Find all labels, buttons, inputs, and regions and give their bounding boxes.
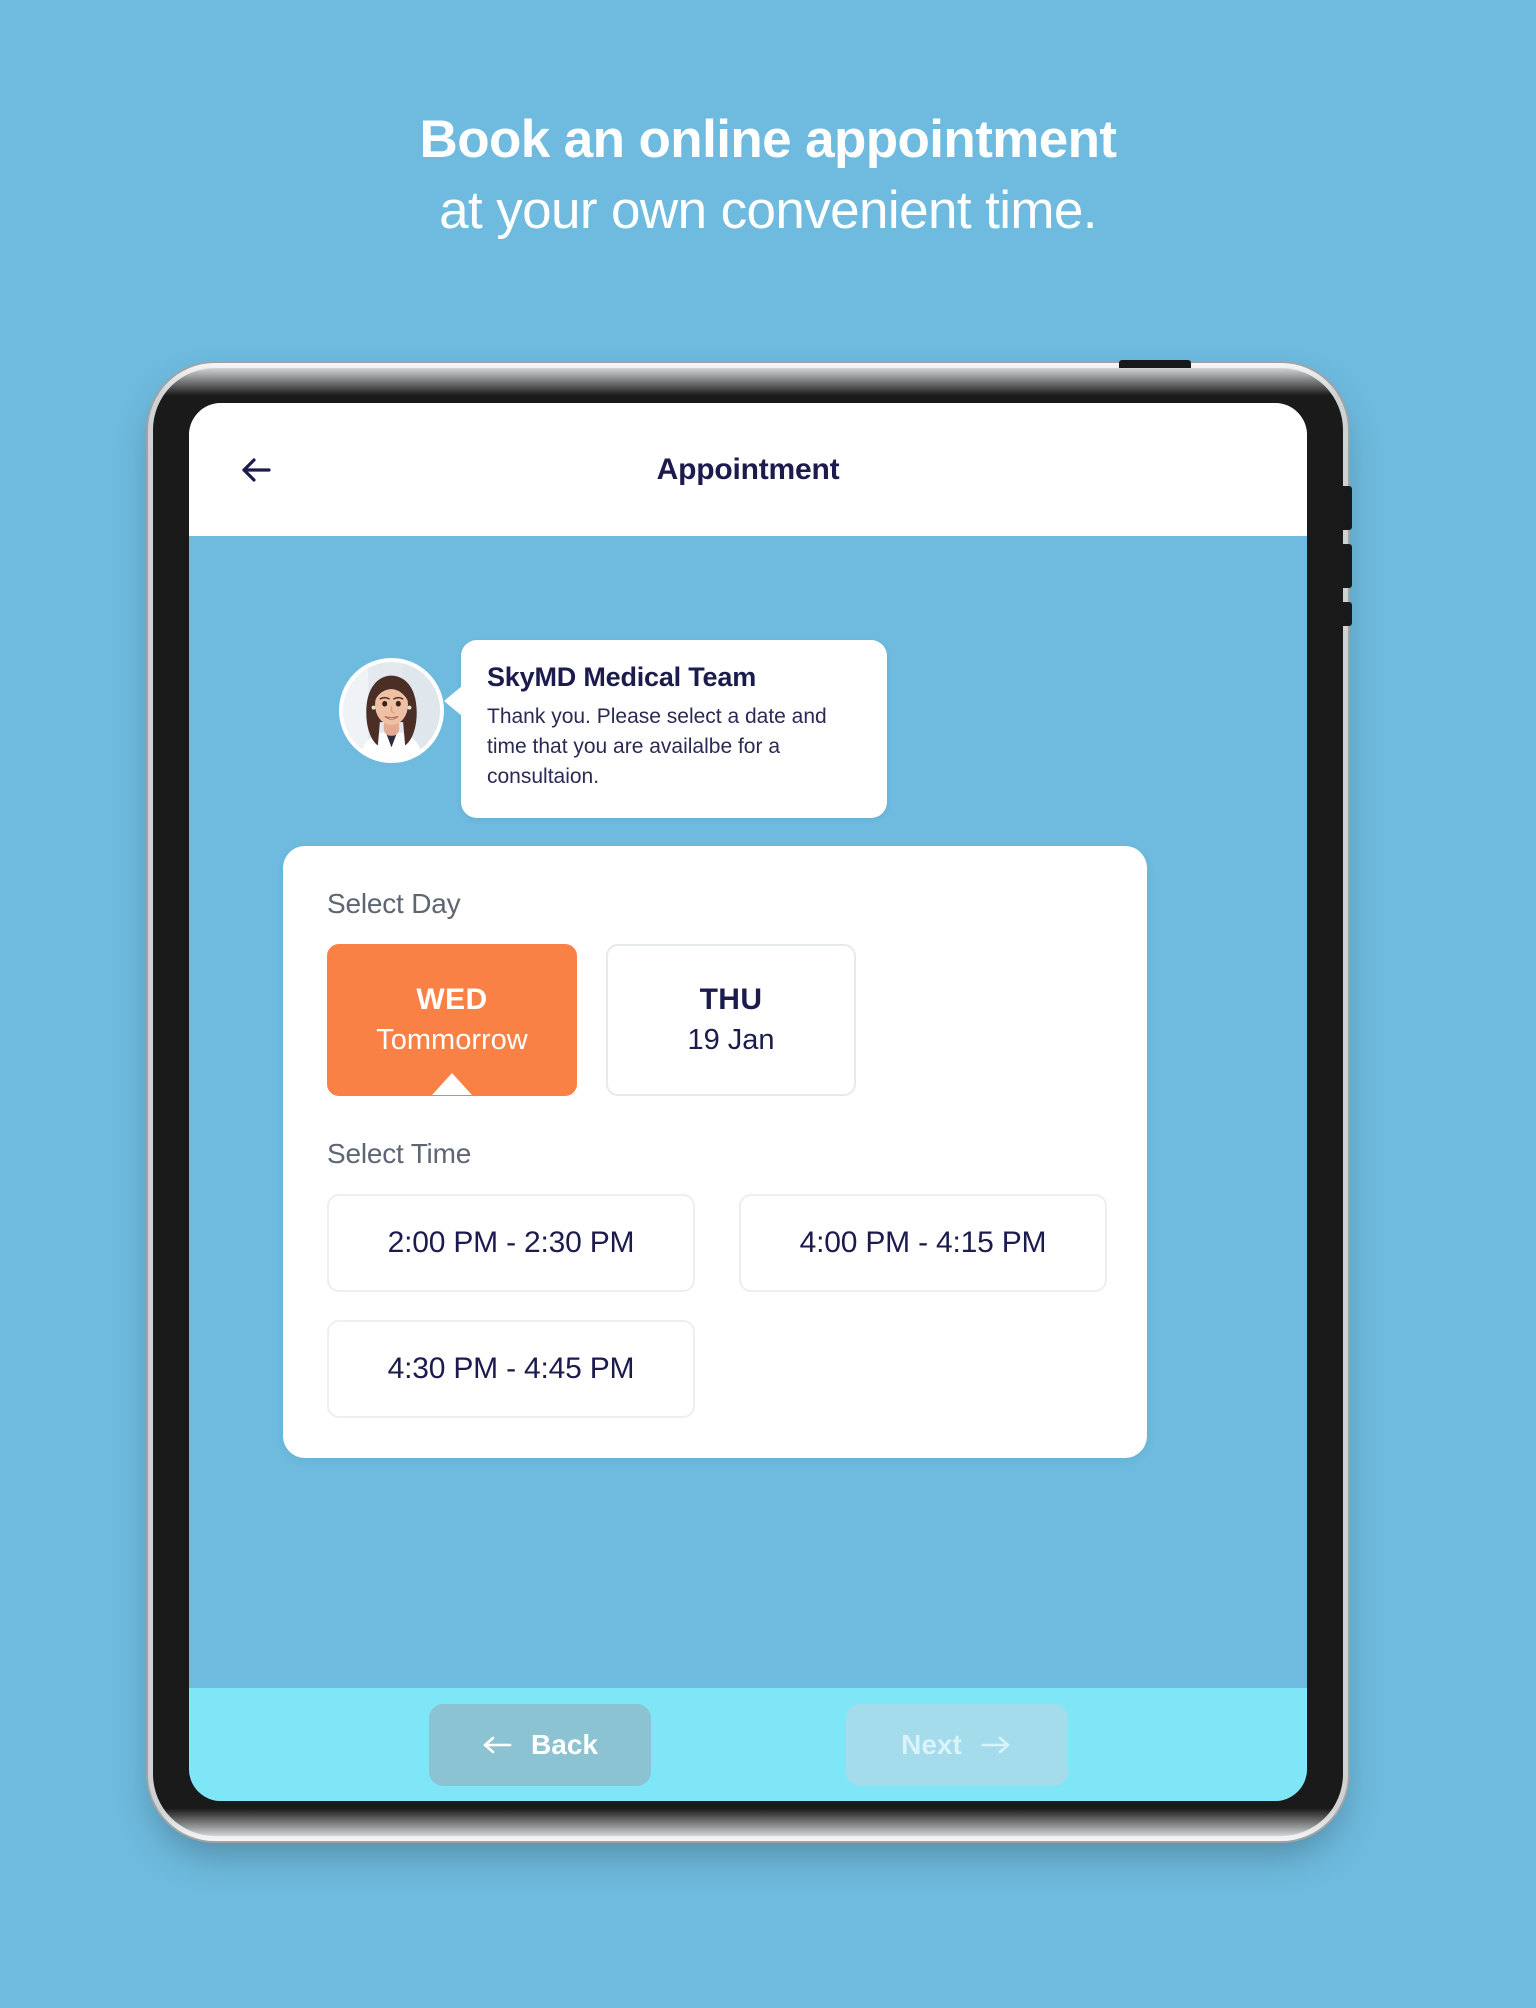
day-option-sub: Tommorrow xyxy=(376,1024,528,1056)
app-content: SkyMD Medical Team Thank you. Please sel… xyxy=(189,536,1307,1688)
select-day-label: Select Day xyxy=(327,888,461,919)
back-button[interactable]: Back xyxy=(428,1703,651,1786)
page-title: Appointment xyxy=(656,452,840,486)
back-arrow-icon[interactable] xyxy=(234,448,278,492)
day-option-dow: THU xyxy=(699,983,763,1016)
device-volume-up-button[interactable] xyxy=(1343,486,1352,530)
day-option-dow: WED xyxy=(416,983,488,1016)
time-slot-option[interactable]: 4:00 PM - 4:15 PM xyxy=(739,1194,1107,1292)
headline-line-1: Book an online appointment xyxy=(419,110,1118,169)
arrow-left-icon xyxy=(481,1733,515,1757)
next-button[interactable]: Next xyxy=(845,1703,1068,1786)
doctor-avatar xyxy=(339,658,444,763)
chat-message-row: SkyMD Medical Team Thank you. Please sel… xyxy=(339,640,887,818)
tablet-screen: Appointment SkyMD Medical Team Thank you… xyxy=(189,403,1307,1801)
arrow-right-icon xyxy=(978,1733,1012,1757)
day-option-sub: 19 Jan xyxy=(687,1024,775,1056)
app-header: Appointment xyxy=(189,403,1307,536)
chat-sender-name: SkyMD Medical Team xyxy=(487,662,756,692)
device-side-button[interactable] xyxy=(1343,602,1352,626)
appointment-selection-card: Select Day WED Tommorrow THU 19 Jan Sele… xyxy=(283,846,1147,1458)
page-headline: Book an online appointment at your own c… xyxy=(0,104,1536,246)
time-slot-option[interactable]: 4:30 PM - 4:45 PM xyxy=(327,1320,695,1418)
tablet-device-frame: Appointment SkyMD Medical Team Thank you… xyxy=(148,360,1352,1841)
bottom-navigation-bar: Back Next xyxy=(189,1688,1307,1801)
select-time-label: Select Time xyxy=(327,1138,472,1169)
day-options: WED Tommorrow THU 19 Jan xyxy=(327,944,1103,1096)
chat-message-text: Thank you. Please select a date and time… xyxy=(487,705,827,788)
time-slot-option[interactable]: 2:00 PM - 2:30 PM xyxy=(327,1194,695,1292)
back-button-label: Back xyxy=(531,1728,598,1760)
day-option-wed[interactable]: WED Tommorrow xyxy=(327,944,577,1096)
headline-line-2: at your own convenient time. xyxy=(439,181,1097,240)
device-power-button[interactable] xyxy=(1119,360,1191,368)
time-options: 2:00 PM - 2:30 PM 4:00 PM - 4:15 PM 4:30… xyxy=(327,1194,1107,1418)
chat-bubble: SkyMD Medical Team Thank you. Please sel… xyxy=(444,640,887,818)
device-volume-down-button[interactable] xyxy=(1343,544,1352,588)
next-button-label: Next xyxy=(901,1728,962,1760)
day-option-thu[interactable]: THU 19 Jan xyxy=(606,944,856,1096)
